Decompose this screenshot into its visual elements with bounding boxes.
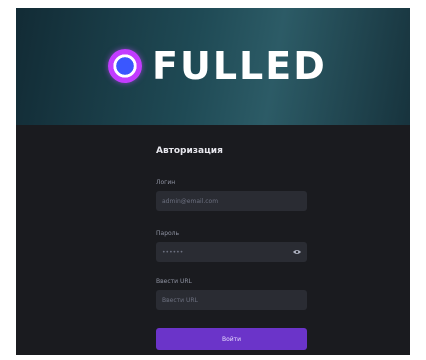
login-value: admin@email.com [162,197,219,205]
password-label: Пароль [156,230,180,237]
password-field[interactable]: •••••• [156,242,307,262]
url-placeholder: Ввести URL [162,296,198,304]
url-label: Ввести URL [156,278,192,285]
ring-logo-icon [108,49,142,83]
app-window: FULLED Авторизация Логин admin@email.com… [16,8,410,355]
form-title: Авторизация [156,146,223,156]
login-label: Логин [156,179,176,186]
brand-name: FULLED [152,44,327,88]
password-value: •••••• [162,248,184,256]
brand-header: FULLED [16,8,410,125]
login-field[interactable]: admin@email.com [156,191,307,211]
eye-icon[interactable] [291,249,303,255]
login-button[interactable]: Войти [156,328,307,350]
url-field[interactable]: Ввести URL [156,290,307,310]
brand-logo: FULLED [108,44,327,88]
